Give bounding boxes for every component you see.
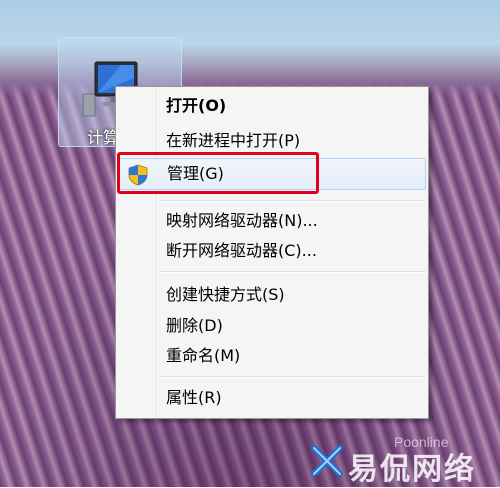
menu-item-create-shortcut[interactable]: 创建快捷方式(S) xyxy=(118,281,426,309)
menu-item-label: 创建快捷方式(S) xyxy=(166,285,285,304)
menu-item-delete[interactable]: 删除(D) xyxy=(118,312,426,340)
menu-item-label: 断开网络驱动器(C)... xyxy=(166,241,317,260)
menu-item-disconnect-network-drive[interactable]: 断开网络驱动器(C)... xyxy=(118,237,426,265)
menu-item-label: 在新进程中打开(P) xyxy=(166,131,301,150)
annotation-highlight-box xyxy=(117,152,319,194)
watermark: Poonline 易侃网络 xyxy=(308,434,500,487)
site-logo-icon xyxy=(311,445,343,477)
menu-item-open-new-process[interactable]: 在新进程中打开(P) xyxy=(118,127,426,155)
menu-separator xyxy=(160,271,425,273)
menu-item-label: 打开(O) xyxy=(166,96,227,115)
menu-item-label: 重命名(M) xyxy=(166,346,241,365)
menu-item-open[interactable]: 打开(O) xyxy=(118,92,426,120)
menu-item-properties[interactable]: 属性(R) xyxy=(118,384,426,412)
menu-item-label: 删除(D) xyxy=(166,316,223,335)
context-menu: 打开(O) 在新进程中打开(P) 管理(G) 映射网络驱动器(N)... 断开网… xyxy=(115,86,429,419)
menu-item-map-network-drive[interactable]: 映射网络驱动器(N)... xyxy=(118,207,426,235)
menu-separator xyxy=(160,200,425,202)
watermark-text: 易侃网络 xyxy=(348,452,476,487)
menu-item-label: 映射网络驱动器(N)... xyxy=(166,211,318,230)
menu-separator xyxy=(160,376,425,378)
menu-item-label: 属性(R) xyxy=(166,388,222,407)
menu-item-rename[interactable]: 重命名(M) xyxy=(118,342,426,370)
